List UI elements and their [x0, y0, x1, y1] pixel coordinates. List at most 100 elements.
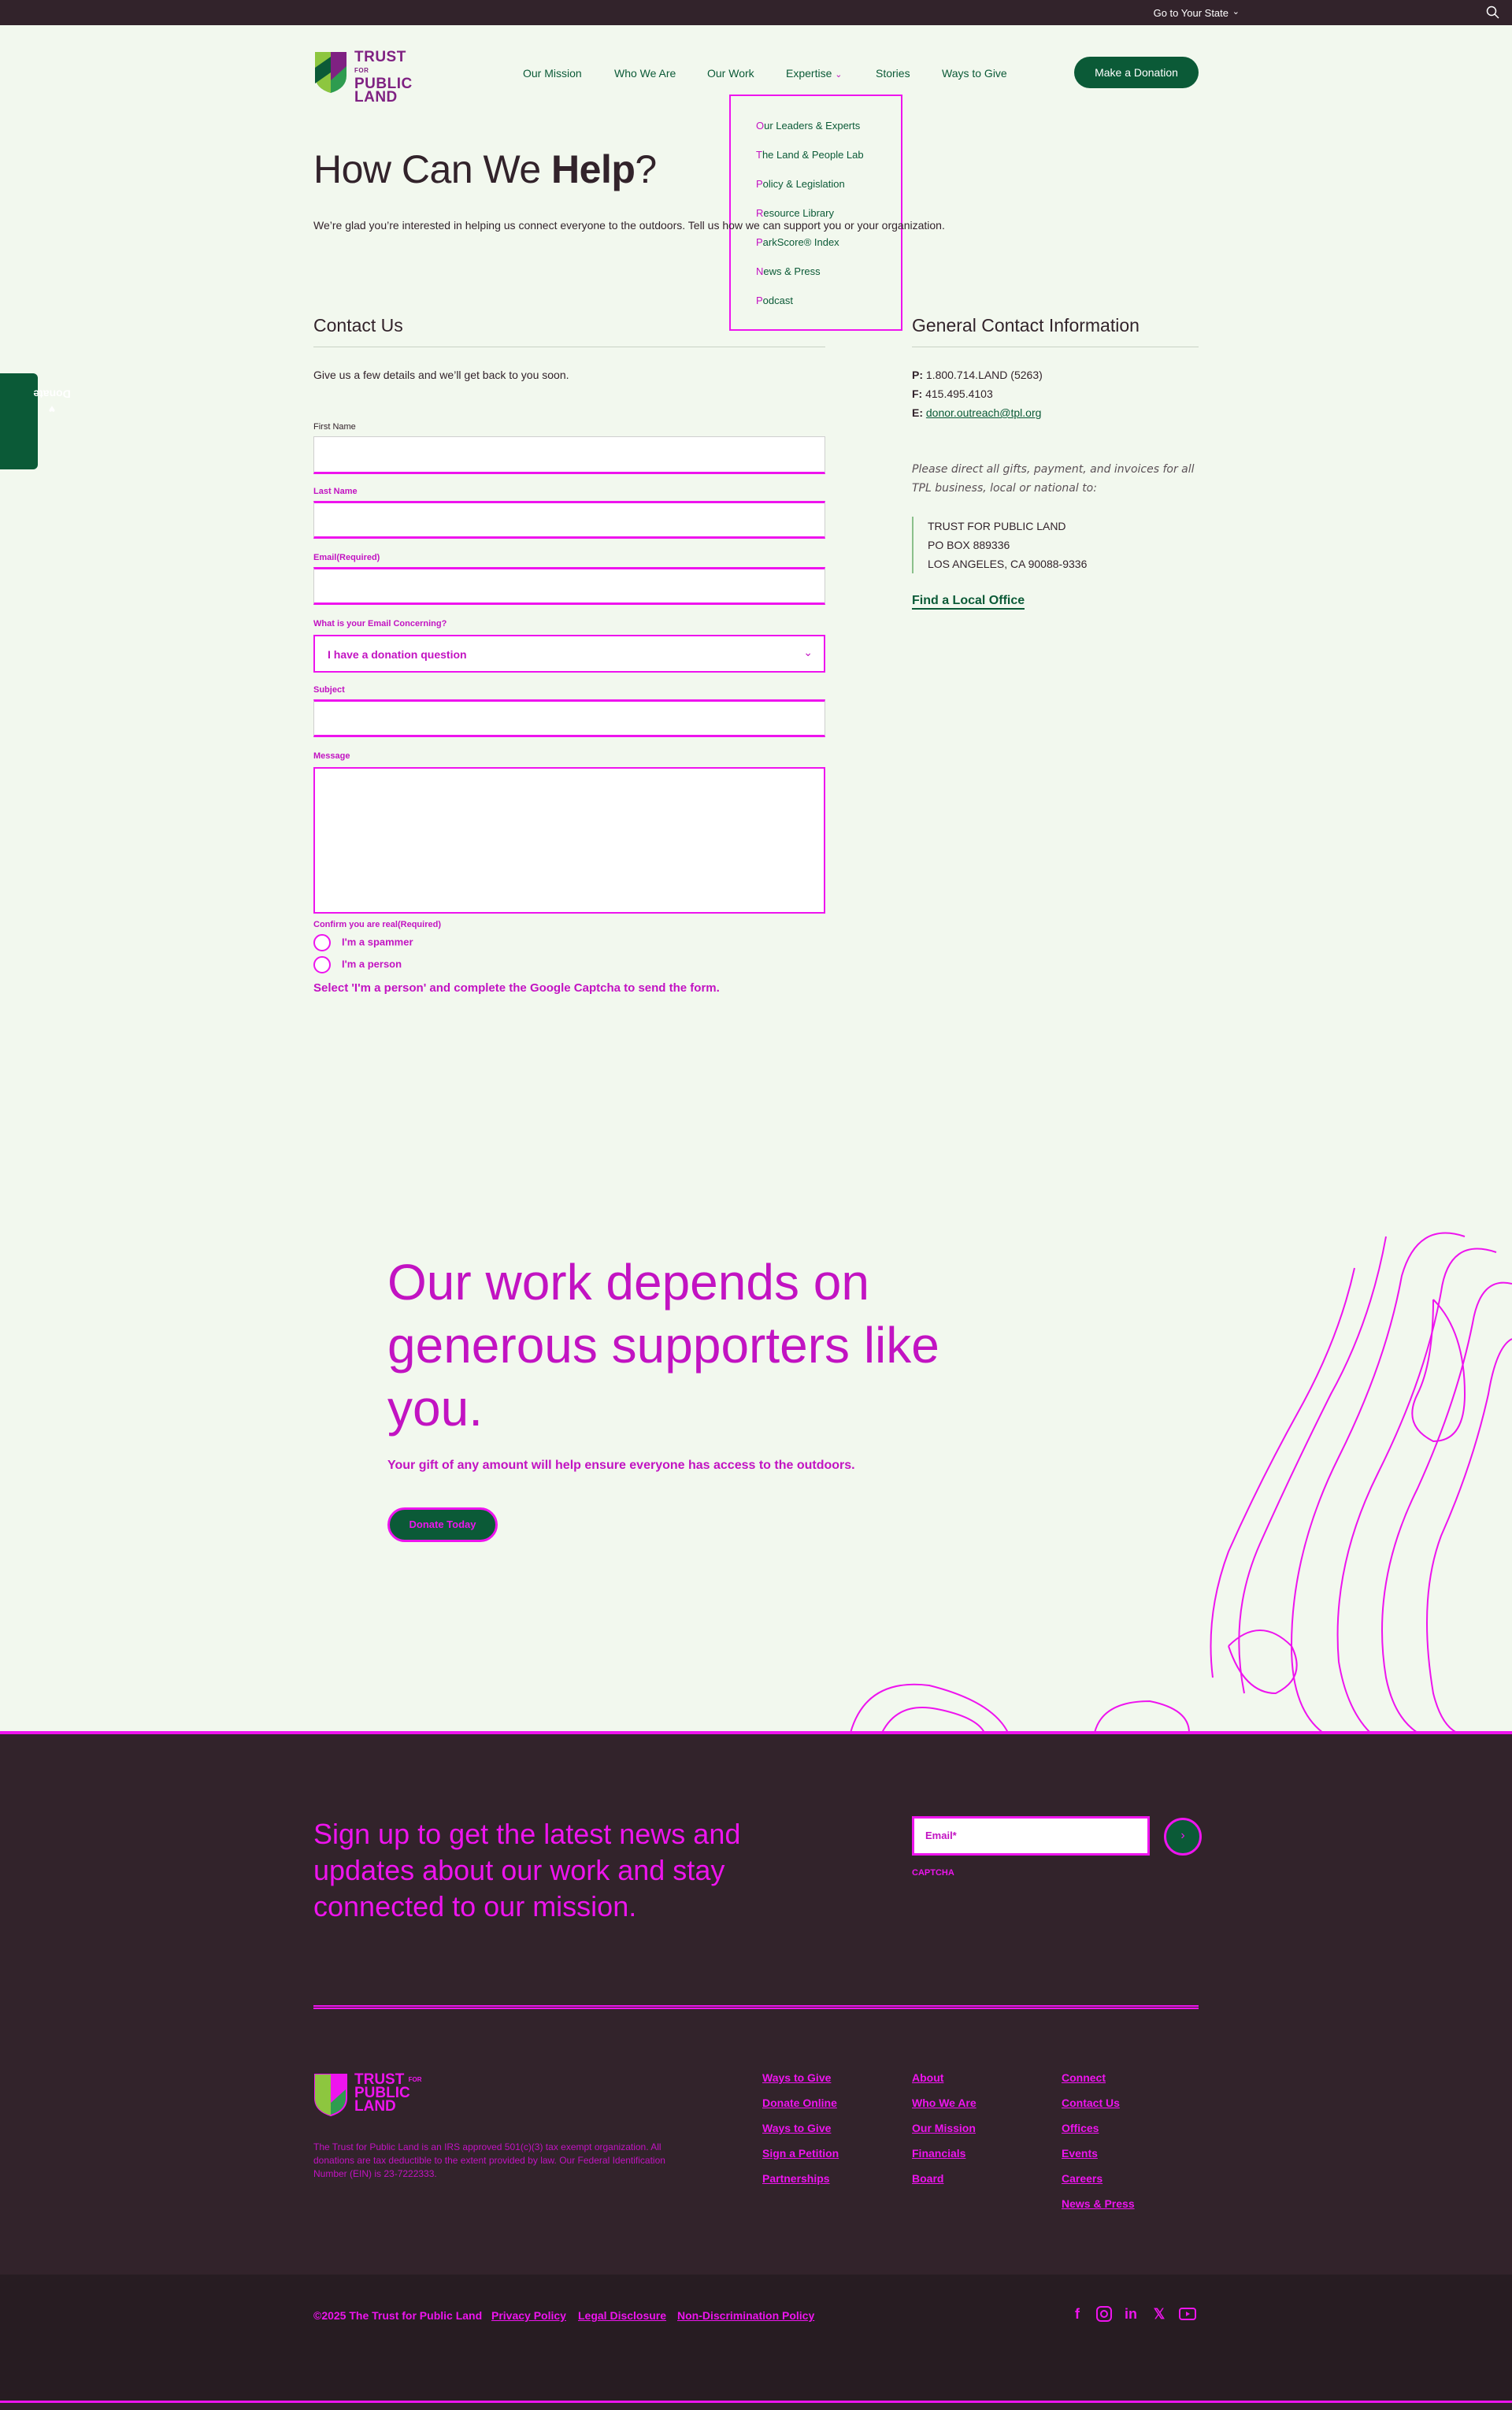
concern-label: What is your Email Concerning? [313, 619, 447, 628]
newsletter-email-placeholder: Email* [925, 1830, 957, 1841]
dropdown-item-news[interactable]: News & Press [756, 265, 821, 277]
nav-our-work[interactable]: Our Work [707, 67, 754, 80]
mailing-address: TRUST FOR PUBLIC LAND PO BOX 889336 LOS … [912, 517, 1087, 573]
dropdown-item-leaders[interactable]: Our Leaders & Experts [756, 120, 860, 132]
footer-logo[interactable]: TRUST FOR PUBLIC LAND [313, 2071, 455, 2122]
first-name-label: First Name [313, 422, 356, 432]
non-discrimination-link[interactable]: Non-Discrimination Policy [677, 2309, 814, 2322]
radio-spammer[interactable]: I'm a spammer [313, 934, 413, 951]
state-selector[interactable]: Go to Your State [1154, 7, 1228, 19]
legal-text: The Trust for Public Land is an IRS appr… [313, 2141, 665, 2179]
footer-column-give: Ways to Give Donate Online Ways to Give … [762, 2071, 839, 2197]
footer-link[interactable]: Donate Online [762, 2097, 839, 2112]
concern-select[interactable]: I have a donation question ⌄ [313, 635, 825, 673]
facebook-icon[interactable]: f [1068, 2304, 1087, 2323]
arrow-right-icon: › [1180, 1829, 1185, 1842]
contact-email: E: donor.outreach@tpl.org [912, 406, 1042, 419]
footer-link[interactable]: Our Mission [912, 2122, 976, 2137]
chevron-down-icon: ⌄ [803, 646, 813, 658]
footer-link[interactable]: Financials [912, 2147, 976, 2162]
top-utility-bar: Go to Your State ⌄ [0, 0, 1512, 25]
dropdown-item-podcast[interactable]: Podcast [756, 295, 793, 306]
dropdown-item-parkscore[interactable]: ParkScore® Index [756, 236, 839, 248]
footer-link[interactable]: Events [1062, 2147, 1135, 2162]
nav-who-we-are[interactable]: Who We Are [614, 67, 676, 80]
heart-icon: ♥ [48, 402, 56, 416]
site-header: TRUST FOR PUBLIC LAND Our Mission Who We… [0, 25, 1512, 105]
message-textarea[interactable] [313, 767, 825, 914]
dropdown-item-lab[interactable]: The Land & People Lab [756, 149, 864, 161]
radio-circle-icon [313, 934, 331, 951]
footer-col-heading[interactable]: Connect [1062, 2071, 1135, 2086]
chevron-down-icon: ⌄ [835, 70, 843, 80]
bottom-edge-line [0, 2401, 1512, 2410]
first-name-field[interactable] [313, 436, 825, 474]
footer-divider [313, 2005, 1199, 2009]
subject-label: Subject [313, 685, 345, 695]
topographic-lines-graphic [850, 1232, 1512, 1733]
support-subtitle: Your gift of any amount will help ensure… [387, 1459, 855, 1472]
last-name-field[interactable] [313, 501, 825, 539]
radio-spammer-label: I'm a spammer [342, 936, 413, 948]
payment-note: Please direct all gifts, payment, and in… [912, 463, 1195, 495]
footer-link[interactable]: Board [912, 2172, 976, 2187]
donate-today-button[interactable]: Donate Today [387, 1507, 498, 1542]
footer-link[interactable]: Who We Are [912, 2097, 976, 2112]
nav-expertise-label: Expertise [786, 67, 832, 80]
footer-link[interactable]: Careers [1062, 2172, 1135, 2187]
footer-col-heading[interactable]: About [912, 2071, 976, 2086]
subject-field[interactable] [313, 699, 825, 737]
footer-link[interactable]: Ways to Give [762, 2122, 839, 2137]
last-name-label: Last Name [313, 487, 358, 496]
instagram-icon[interactable] [1095, 2304, 1114, 2323]
newsletter-submit-button[interactable]: › [1164, 1818, 1202, 1856]
side-donate-tab[interactable]: ♥ Donate [0, 373, 71, 469]
message-label: Message [313, 751, 350, 761]
site-logo[interactable]: TRUST FOR PUBLIC LAND [313, 49, 424, 105]
footer-link[interactable]: Contact Us [1062, 2097, 1135, 2112]
footer-column-connect: Connect Contact Us Offices Events Career… [1062, 2071, 1135, 2223]
contact-email-link[interactable]: donor.outreach@tpl.org [926, 406, 1042, 419]
copyright-text: ©2025 The Trust for Public Land [313, 2309, 483, 2322]
page-intro: We’re glad you’re interested in helping … [313, 219, 945, 232]
newsletter-heading: Sign up to get the latest news and updat… [313, 1818, 741, 1922]
contact-phone: P: 1.800.714.LAND (5263) [912, 369, 1043, 381]
nav-expertise[interactable]: Expertise ⌄ [786, 67, 842, 80]
find-local-office-link[interactable]: Find a Local Office [912, 594, 1025, 610]
logo-shield-icon [315, 52, 346, 93]
youtube-icon[interactable] [1178, 2304, 1197, 2323]
general-contact-heading: General Contact Information [912, 315, 1140, 336]
bottom-bar: ©2025 The Trust for Public Land Privacy … [0, 2275, 1512, 2401]
logo-shield-icon [314, 2074, 347, 2117]
expertise-dropdown-menu: Our Leaders & Experts The Land & People … [729, 95, 902, 331]
email-field[interactable] [313, 567, 825, 605]
form-warning: Select 'I'm a person' and complete the G… [313, 981, 720, 995]
nav-ways-to-give[interactable]: Ways to Give [942, 67, 1007, 80]
nav-our-mission[interactable]: Our Mission [523, 67, 582, 80]
search-icon[interactable] [1485, 5, 1501, 20]
make-donation-button[interactable]: Make a Donation [1074, 57, 1199, 88]
legal-disclosure-link[interactable]: Legal Disclosure [578, 2309, 666, 2322]
footer-col-heading[interactable]: Ways to Give [762, 2071, 839, 2086]
radio-person-label: I'm a person [342, 958, 402, 970]
linkedin-icon[interactable]: in [1121, 2304, 1140, 2323]
contact-fax: F: 415.495.4103 [912, 387, 993, 400]
footer-column-about: About Who We Are Our Mission Financials … [912, 2071, 976, 2197]
nav-stories[interactable]: Stories [876, 67, 910, 80]
radio-circle-icon [313, 956, 331, 973]
radio-person[interactable]: I'm a person [313, 956, 402, 973]
x-icon[interactable]: 𝕏 [1150, 2304, 1169, 2323]
footer-link[interactable]: Partnerships [762, 2172, 839, 2187]
footer-link[interactable]: News & Press [1062, 2197, 1135, 2212]
chevron-down-icon: ⌄ [1232, 7, 1240, 17]
footer-link[interactable]: Sign a Petition [762, 2147, 839, 2162]
dropdown-item-policy[interactable]: Policy & Legislation [756, 178, 845, 190]
newsletter-email-input[interactable]: Email* [912, 1816, 1150, 1856]
privacy-policy-link[interactable]: Privacy Policy [491, 2309, 566, 2322]
footer-logo-wordmark: TRUST FOR PUBLIC LAND [354, 2071, 422, 2115]
footer-link[interactable]: Offices [1062, 2122, 1135, 2137]
email-label: Email(Required) [313, 553, 380, 562]
confirm-label: Confirm you are real(Required) [313, 920, 441, 929]
concern-select-value: I have a donation question [328, 648, 467, 661]
logo-wordmark: TRUST FOR PUBLIC LAND [354, 49, 413, 106]
